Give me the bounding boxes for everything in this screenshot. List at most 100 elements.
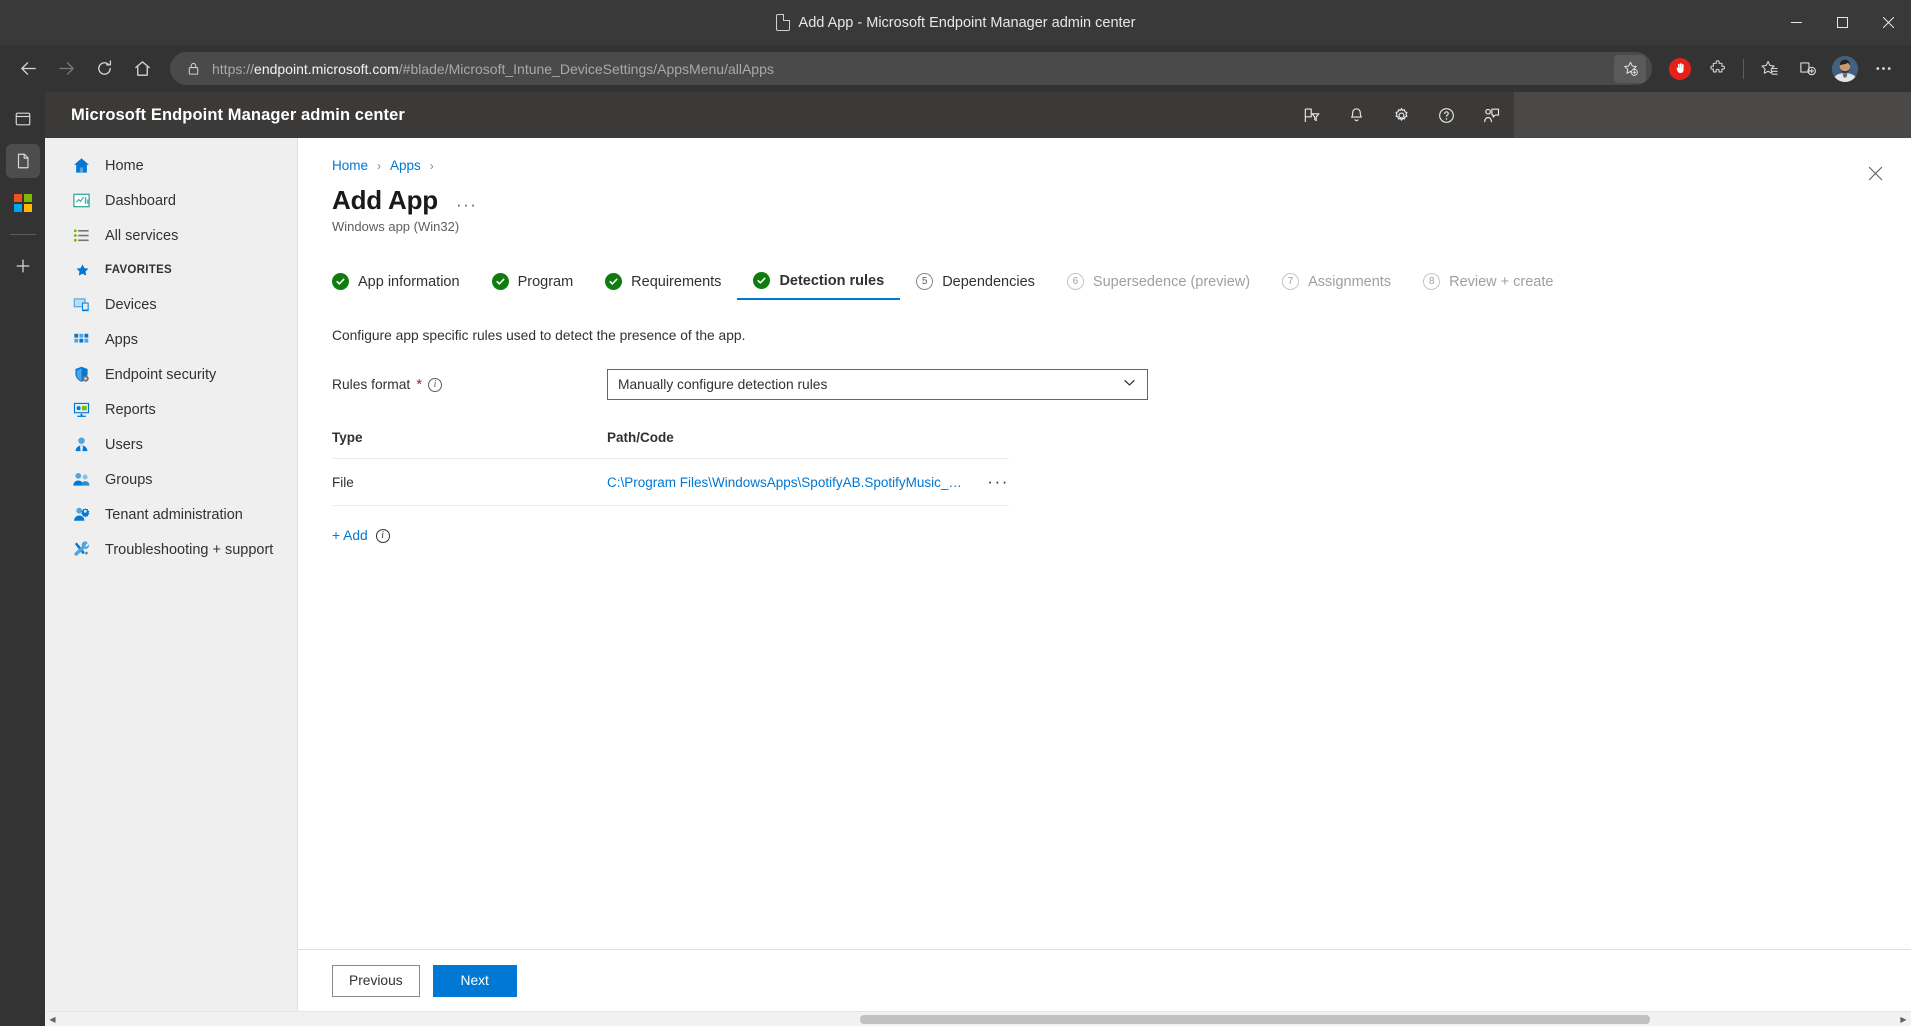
table-row[interactable]: File C:\Program Files\WindowsApps\Spotif… <box>332 459 1009 506</box>
tab-requirements[interactable]: Requirements <box>589 273 737 299</box>
scrollbar-track[interactable] <box>60 1012 1896 1026</box>
sidebar-item-devices[interactable]: Devices <box>45 287 297 322</box>
column-header-path-code: Path/Code <box>607 430 674 445</box>
user-icon <box>72 435 91 454</box>
profile-avatar[interactable] <box>1827 51 1863 87</box>
sidebar-label: Users <box>105 436 143 453</box>
directory-filter-icon[interactable] <box>1289 92 1334 138</box>
settings-more-icon[interactable] <box>1865 51 1901 87</box>
sidebar-item-apps[interactable]: Apps <box>45 322 297 357</box>
tools-icon <box>72 540 91 559</box>
collections-icon[interactable] <box>1751 51 1787 87</box>
add-rule-link[interactable]: + Add <box>332 528 368 543</box>
scrollbar-thumb[interactable] <box>860 1014 1650 1024</box>
scroll-left-arrow-icon[interactable]: ◀ <box>45 1015 60 1024</box>
blade-content: Home › Apps › Add App ··· Windows app (W… <box>298 138 1911 949</box>
step-number: 5 <box>916 273 934 290</box>
edge-sidebar-rail <box>0 92 45 1026</box>
sidebar-item-users[interactable]: Users <box>45 427 297 462</box>
previous-button[interactable]: Previous <box>332 964 420 997</box>
blade-footer: Previous Next <box>298 949 1911 1011</box>
lock-icon <box>186 61 201 76</box>
active-tab[interactable]: Add App - Microsoft Endpoint Manager adm… <box>0 14 1911 31</box>
step-number: 7 <box>1282 273 1300 290</box>
add-tab-icon[interactable] <box>6 249 40 283</box>
tab-title-label: Add App - Microsoft Endpoint Manager adm… <box>798 14 1136 31</box>
close-button[interactable] <box>1865 0 1911 45</box>
extensions-icon[interactable] <box>1700 51 1736 87</box>
blade-description: Configure app specific rules used to det… <box>332 328 746 343</box>
minimize-button[interactable] <box>1773 0 1819 45</box>
check-icon <box>753 272 771 289</box>
row-more-button[interactable]: ··· <box>975 472 1009 492</box>
tab-review-create: 8 Review + create <box>1407 273 1569 299</box>
sidebar-item-dashboard[interactable]: Dashboard <box>45 183 297 218</box>
azure-header: Microsoft Endpoint Manager admin center <box>45 92 1911 138</box>
adblock-icon[interactable] <box>1662 51 1698 87</box>
horizontal-scrollbar[interactable]: ◀ ▶ <box>45 1011 1911 1026</box>
groups-icon <box>72 470 91 489</box>
next-button[interactable]: Next <box>432 964 517 997</box>
favorite-add-icon[interactable] <box>1614 54 1646 83</box>
tab-app-information[interactable]: App information <box>332 273 476 299</box>
settings-gear-icon[interactable] <box>1379 92 1424 138</box>
split-screen-icon[interactable] <box>1789 51 1825 87</box>
address-bar[interactable]: https://endpoint.microsoft.com/#blade/Mi… <box>170 52 1652 85</box>
tab-dependencies[interactable]: 5 Dependencies <box>900 273 1051 299</box>
sidebar-item-troubleshooting-support[interactable]: Troubleshooting + support <box>45 532 297 567</box>
breadcrumb-separator: › <box>377 158 382 173</box>
info-icon[interactable]: i <box>428 377 443 392</box>
devices-icon <box>72 295 91 314</box>
rules-format-label-group: Rules format * i <box>332 377 607 392</box>
table-header: Type Path/Code <box>332 430 1009 459</box>
maximize-button[interactable] <box>1819 0 1865 45</box>
sidebar-item-tenant-administration[interactable]: Tenant administration <box>45 497 297 532</box>
url-protocol: https:// <box>212 60 255 77</box>
step-label: Detection rules <box>779 272 885 289</box>
browser-essentials-icon[interactable] <box>6 102 40 136</box>
notifications-bell-icon[interactable] <box>1334 92 1379 138</box>
help-question-icon[interactable] <box>1424 92 1469 138</box>
azure-body: chevron-double-left-icon Home Dashboard <box>45 138 1911 1011</box>
url-domain: endpoint.microsoft.com <box>254 60 399 77</box>
title-more-button[interactable]: ··· <box>456 195 477 215</box>
breadcrumb-apps[interactable]: Apps <box>390 158 421 173</box>
tab-program[interactable]: Program <box>476 273 590 299</box>
column-header-type: Type <box>332 430 363 445</box>
close-icon[interactable] <box>1868 165 1883 187</box>
sidebar-item-endpoint-security[interactable]: Endpoint security <box>45 357 297 392</box>
info-icon[interactable]: i <box>375 528 390 543</box>
breadcrumb-separator: › <box>429 158 434 173</box>
sidebar-label: Home <box>105 157 144 174</box>
sidebar-item-home[interactable]: Home <box>45 148 297 183</box>
sidebar-item-all-services[interactable]: All services <box>45 218 297 253</box>
home-icon[interactable] <box>124 51 160 87</box>
scroll-right-arrow-icon[interactable]: ▶ <box>1896 1015 1911 1024</box>
url-text: https://endpoint.microsoft.com/#blade/Mi… <box>212 61 1614 77</box>
refresh-icon[interactable] <box>86 51 122 87</box>
sidebar-label: Endpoint security <box>105 366 217 383</box>
breadcrumb-home[interactable]: Home <box>332 158 368 173</box>
microsoft-apps-icon[interactable] <box>6 186 40 220</box>
sidebar-item-reports[interactable]: Reports <box>45 392 297 427</box>
sidebar-item-groups[interactable]: Groups <box>45 462 297 497</box>
forward-arrow-icon[interactable] <box>48 51 84 87</box>
all-services-icon <box>72 226 91 245</box>
rules-format-select[interactable]: Manually configure detection rules <box>607 369 1148 400</box>
rules-format-value: Manually configure detection rules <box>618 377 828 392</box>
dashboard-icon <box>72 191 91 210</box>
tab-detection-rules[interactable]: Detection rules <box>737 272 901 300</box>
feedback-icon[interactable] <box>1469 92 1514 138</box>
azure-brand-label[interactable]: Microsoft Endpoint Manager admin center <box>71 106 405 125</box>
document-page-icon[interactable] <box>5 144 40 178</box>
back-arrow-icon[interactable] <box>10 51 46 87</box>
sidebar-label: Groups <box>105 471 153 488</box>
check-icon <box>605 273 623 290</box>
header-empty-region <box>1514 92 1911 138</box>
step-label: App information <box>358 273 460 290</box>
sidebar-label: Reports <box>105 401 156 418</box>
detection-rules-table: Type Path/Code File C:\Program Files\Win… <box>332 430 1009 506</box>
browser-toolbar: https://endpoint.microsoft.com/#blade/Mi… <box>0 45 1911 92</box>
rule-path-cell[interactable]: C:\Program Files\WindowsApps\SpotifyAB.S… <box>607 475 975 490</box>
rules-format-field: Rules format * i Manually configure dete… <box>332 369 1911 400</box>
